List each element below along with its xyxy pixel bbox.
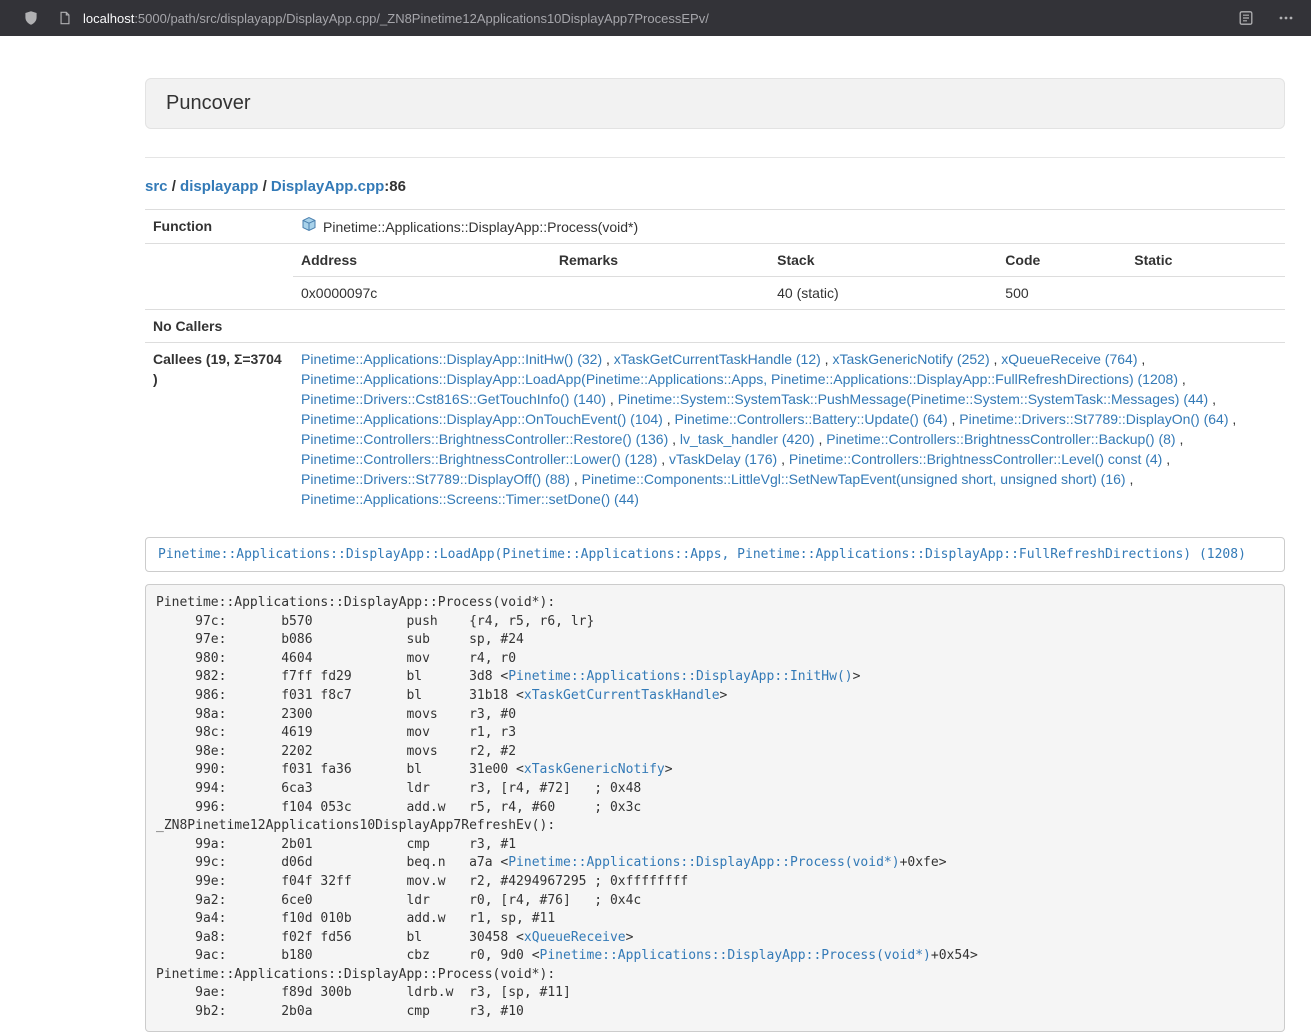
table-cell <box>551 277 769 310</box>
browser-toolbar: localhost:5000/path/src/displayapp/Displ… <box>0 0 1311 36</box>
url-path: :5000/path/src/displayapp/DisplayApp.cpp… <box>134 11 709 26</box>
url-bar[interactable]: localhost:5000/path/src/displayapp/Displ… <box>56 9 1219 27</box>
callee-separator: , <box>948 411 960 427</box>
callee-link[interactable]: Pinetime::Applications::DisplayApp::Init… <box>301 351 602 367</box>
callee-link[interactable]: Pinetime::Controllers::Battery::Update()… <box>675 411 948 427</box>
table-cell <box>1126 277 1285 310</box>
breadcrumb-line-number: :86 <box>384 178 406 195</box>
callee-separator: , <box>606 391 618 407</box>
callee-link[interactable]: vTaskDelay (176) <box>669 451 777 467</box>
function-symbol-icon <box>301 216 317 237</box>
callees-row: Callees (19, Σ=3704 ) Pinetime::Applicat… <box>145 343 1285 516</box>
callee-link[interactable]: Pinetime::Applications::DisplayApp::OnTo… <box>301 411 663 427</box>
callee-separator: , <box>1208 391 1216 407</box>
symbol-link[interactable]: Pinetime::Applications::DisplayApp::Proc… <box>508 855 899 870</box>
callee-separator: , <box>1126 471 1134 487</box>
callee-separator: , <box>1178 371 1186 387</box>
page-title: Puncover <box>166 92 251 114</box>
callee-separator: , <box>663 411 675 427</box>
callee-link[interactable]: Pinetime::Drivers::Cst816S::GetTouchInfo… <box>301 391 606 407</box>
page-container: Puncover src / displayapp / DisplayApp.c… <box>145 78 1285 1032</box>
column-header-code: Code <box>997 244 1126 277</box>
address-table-header-row: AddressRemarksStackCodeStatic <box>293 244 1285 277</box>
symbol-link[interactable]: Pinetime::Applications::DisplayApp::Proc… <box>540 948 931 963</box>
column-header-static: Static <box>1126 244 1285 277</box>
callees-list: Pinetime::Applications::DisplayApp::Init… <box>293 343 1285 516</box>
page-info-icon[interactable] <box>56 9 74 27</box>
callee-separator: , <box>1176 431 1184 447</box>
disassembly: Pinetime::Applications::DisplayApp::Proc… <box>145 584 1285 1032</box>
symbol-link[interactable]: xQueueReceive <box>524 930 626 945</box>
url-host: localhost <box>83 11 134 26</box>
callee-separator: , <box>570 471 582 487</box>
callee-separator: , <box>657 451 669 467</box>
callee-link[interactable]: Pinetime::Components::LittleVgl::SetNewT… <box>582 471 1126 487</box>
column-header-address: Address <box>293 244 551 277</box>
breadcrumb-separator: / <box>258 178 271 195</box>
highlighted-callee-box: Pinetime::Applications::DisplayApp::Load… <box>145 537 1285 572</box>
callee-separator: , <box>1162 451 1170 467</box>
divider <box>145 157 1285 158</box>
callee-separator: , <box>1137 351 1145 367</box>
address-table-row: AddressRemarksStackCodeStatic 0x0000097c… <box>145 244 1285 310</box>
callee-separator: , <box>1229 411 1237 427</box>
reader-mode-icon[interactable] <box>1237 9 1255 27</box>
function-name: Pinetime::Applications::DisplayApp::Proc… <box>323 217 638 237</box>
callee-link[interactable]: Pinetime::Drivers::St7789::DisplayOff() … <box>301 471 570 487</box>
shield-icon[interactable] <box>22 9 40 27</box>
callee-link[interactable]: lv_task_handler (420) <box>680 431 815 447</box>
callee-link[interactable]: Pinetime::System::SystemTask::PushMessag… <box>618 391 1209 407</box>
function-row: Function Pinetime::Applications::Display… <box>145 210 1285 244</box>
breadcrumb-link[interactable]: src <box>145 178 168 195</box>
title-panel: Puncover <box>145 78 1285 129</box>
callee-separator: , <box>990 351 1002 367</box>
callee-separator: , <box>602 351 614 367</box>
callee-separator: , <box>668 431 680 447</box>
callee-link[interactable]: Pinetime::Controllers::BrightnessControl… <box>301 451 657 467</box>
callee-link[interactable]: Pinetime::Controllers::BrightnessControl… <box>826 431 1175 447</box>
callee-link[interactable]: Pinetime::Controllers::BrightnessControl… <box>789 451 1162 467</box>
callee-link[interactable]: xQueueReceive (764) <box>1001 351 1137 367</box>
function-table: Function Pinetime::Applications::Display… <box>145 209 1285 515</box>
table-cell: 40 (static) <box>769 277 997 310</box>
no-callers-row: No Callers <box>145 310 1285 343</box>
address-table-value-row: 0x0000097c 40 (static)500 <box>293 277 1285 310</box>
symbol-link[interactable]: Pinetime::Applications::DisplayApp::Init… <box>508 669 852 684</box>
symbol-link[interactable]: xTaskGenericNotify <box>524 762 665 777</box>
callee-separator: , <box>777 451 789 467</box>
breadcrumb-link[interactable]: DisplayApp.cpp <box>271 178 384 195</box>
column-header-stack: Stack <box>769 244 997 277</box>
no-callers-label: No Callers <box>145 310 293 343</box>
callees-label: Callees (19, Σ=3704 ) <box>145 343 293 516</box>
breadcrumb-separator: / <box>168 178 181 195</box>
callee-link[interactable]: xTaskGenericNotify (252) <box>832 351 989 367</box>
callee-link[interactable]: Pinetime::Controllers::BrightnessControl… <box>301 431 668 447</box>
callee-link[interactable]: Pinetime::Applications::DisplayApp::Load… <box>301 371 1178 387</box>
breadcrumb: src / displayapp / DisplayApp.cpp:86 <box>145 178 1285 195</box>
table-cell: 500 <box>997 277 1126 310</box>
callee-link[interactable]: Pinetime::Drivers::St7789::DisplayOn() (… <box>959 411 1228 427</box>
overflow-menu-icon[interactable] <box>1277 9 1295 27</box>
symbol-link[interactable]: xTaskGetCurrentTaskHandle <box>524 688 720 703</box>
callee-separator: , <box>815 431 827 447</box>
breadcrumb-link[interactable]: displayapp <box>180 178 258 195</box>
highlighted-callee-link[interactable]: Pinetime::Applications::DisplayApp::Load… <box>158 547 1246 562</box>
column-header-remarks: Remarks <box>551 244 769 277</box>
toolbar-right-icons <box>1237 9 1295 27</box>
table-cell: 0x0000097c <box>293 277 551 310</box>
callee-link[interactable]: xTaskGetCurrentTaskHandle (12) <box>614 351 821 367</box>
callee-link[interactable]: Pinetime::Applications::Screens::Timer::… <box>301 491 639 507</box>
address-table: AddressRemarksStackCodeStatic 0x0000097c… <box>293 244 1285 309</box>
callee-separator: , <box>821 351 833 367</box>
function-label: Function <box>145 210 293 244</box>
